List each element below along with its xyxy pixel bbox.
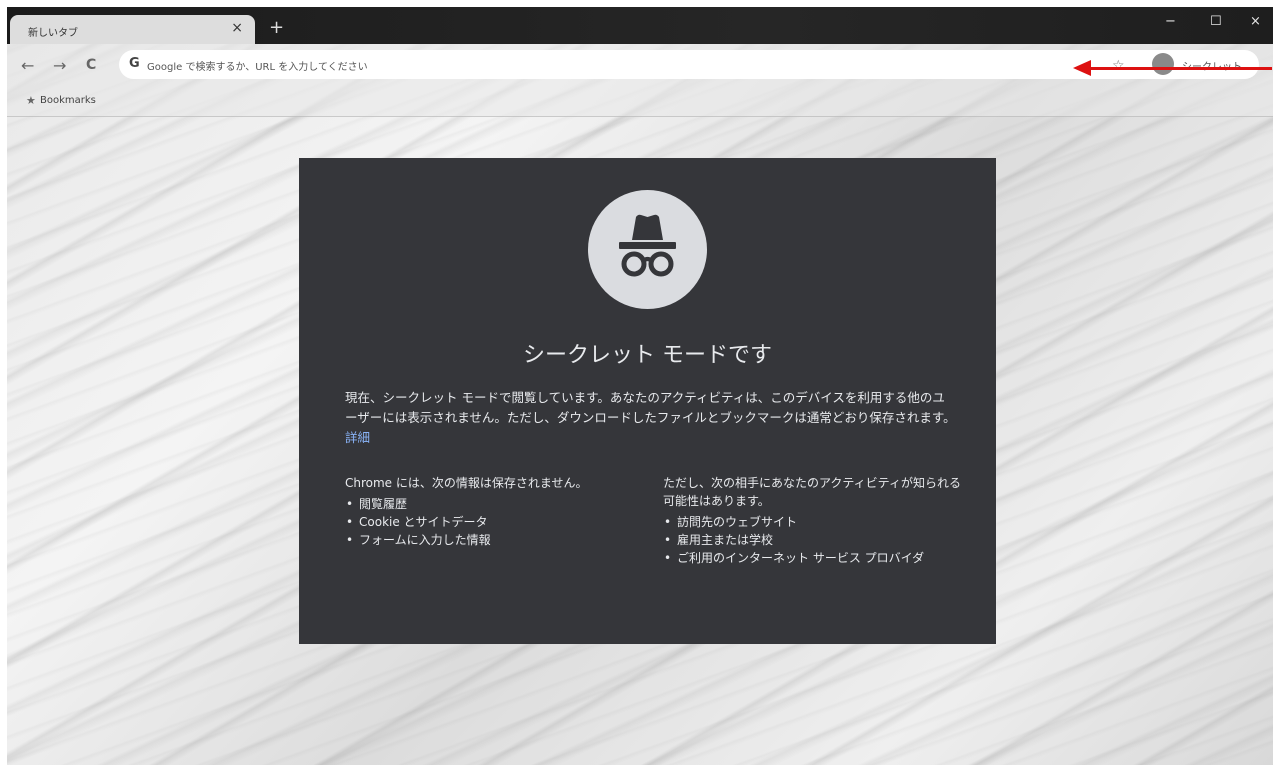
visible-to-item: 雇用主または学校 <box>664 531 963 549</box>
incognito-title: シークレット モードです <box>523 343 772 368</box>
visible-to-section: ただし、次の相手にあなたのアクティビティが知られる可能性はあります。 訪問先のウ… <box>663 474 963 567</box>
not-saved-heading: Chrome には、次の情報は保存されません。 <box>345 476 588 490</box>
screen-left-edge <box>0 0 7 765</box>
omnibox-placeholder: Google で検索するか、URL を入力してください <box>147 62 368 73</box>
tab-strip: 新しいタブ × + − ☐ × <box>7 7 1273 44</box>
tab-close-icon[interactable]: × <box>231 20 243 36</box>
minimize-icon[interactable]: − <box>1165 14 1176 29</box>
annotation-arrow-head <box>1073 60 1091 76</box>
bookmarks-label[interactable]: Bookmarks <box>40 95 96 106</box>
forward-icon[interactable]: → <box>53 56 66 75</box>
not-saved-section: Chrome には、次の情報は保存されません。 閲覧履歴 Cookie とサイト… <box>345 474 635 549</box>
new-tab-icon[interactable]: + <box>269 17 284 38</box>
visible-to-heading: ただし、次の相手にあなたのアクティビティが知られる可能性はあります。 <box>663 476 961 508</box>
maximize-icon[interactable]: ☐ <box>1210 14 1222 29</box>
close-window-icon[interactable]: × <box>1250 14 1261 29</box>
bookmarks-bar: ★ Bookmarks <box>7 87 1273 117</box>
back-icon[interactable]: ← <box>21 56 34 75</box>
description-text: 現在、シークレット モードで閲覧しています。あなたのアクティビティは、このデバイ… <box>345 390 956 425</box>
annotation-arrow-line <box>1089 67 1272 70</box>
learn-more-link[interactable]: 詳細 <box>345 430 370 445</box>
incognito-icon <box>588 190 707 309</box>
tab-title: 新しいタブ <box>28 28 78 39</box>
bookmarks-star-icon: ★ <box>26 94 36 107</box>
tab-new-tab[interactable]: 新しいタブ × <box>10 15 255 44</box>
browser-window: 新しいタブ × + − ☐ × ← → C G Google で検索するか、UR… <box>7 7 1273 765</box>
visible-to-item: ご利用のインターネット サービス プロバイダ <box>664 549 963 567</box>
not-saved-item: フォームに入力した情報 <box>346 531 635 549</box>
not-saved-item: Cookie とサイトデータ <box>346 513 635 531</box>
not-saved-item: 閲覧履歴 <box>346 495 635 513</box>
reload-icon[interactable]: C <box>86 57 96 73</box>
incognito-card: シークレット モードです 現在、シークレット モードで閲覧しています。あなたのア… <box>299 158 996 644</box>
incognito-avatar-icon[interactable] <box>1152 53 1174 75</box>
google-icon: G <box>129 56 140 71</box>
incognito-description: 現在、シークレット モードで閲覧しています。あなたのアクティビティは、このデバイ… <box>345 388 957 448</box>
visible-to-item: 訪問先のウェブサイト <box>664 513 963 531</box>
bookmark-star-icon[interactable]: ☆ <box>1112 58 1125 74</box>
profile-label[interactable]: シークレット <box>1182 58 1242 73</box>
toolbar: ← → C G Google で検索するか、URL を入力してください ☆ シー… <box>7 44 1273 87</box>
